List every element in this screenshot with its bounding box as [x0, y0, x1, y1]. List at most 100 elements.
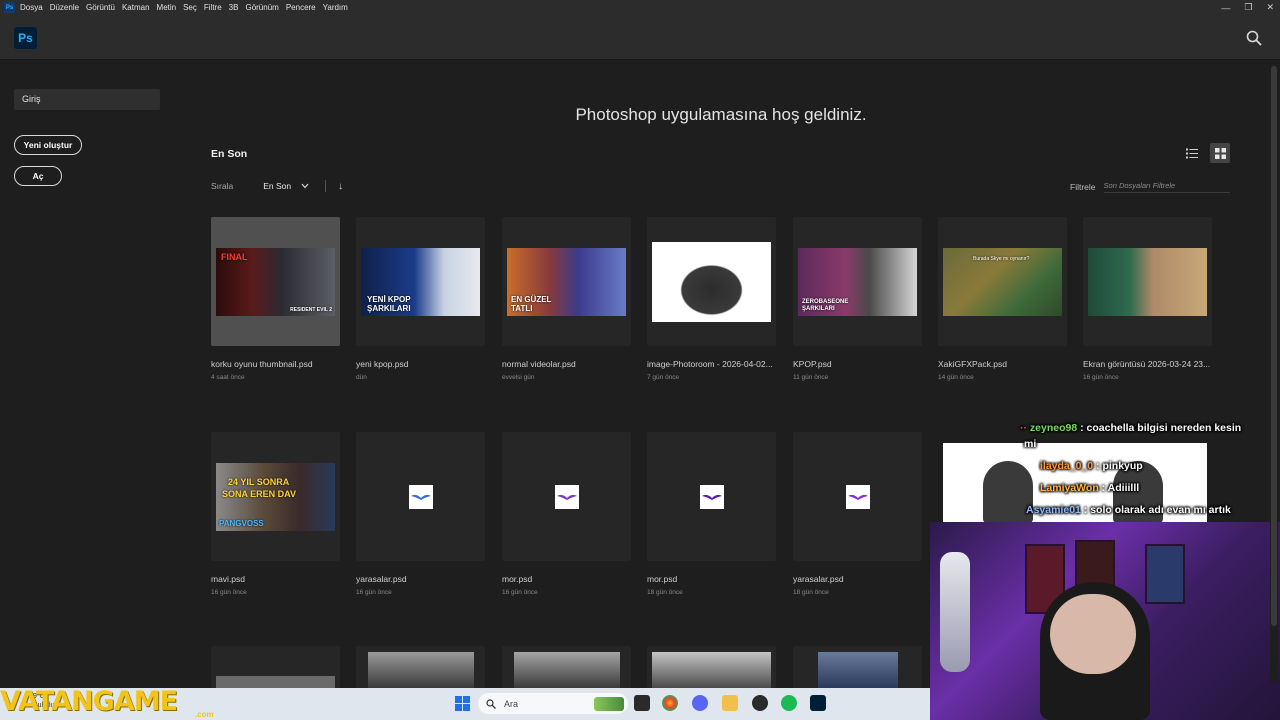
file-time: 18 gün önce — [793, 589, 829, 596]
scrollbar-thumb[interactable] — [1271, 66, 1277, 626]
file-name: yeni kpop.psd — [356, 359, 409, 369]
file-thumbnail[interactable]: YENİ KPOP ŞARKILARI — [356, 217, 485, 346]
file-thumbnail[interactable]: 24 YIL SONRA SONA EREN DAV PANGVOSS — [211, 432, 340, 561]
photoshop-logo[interactable]: Ps — [14, 27, 37, 49]
thumbnail-text: YENİ KPOP ŞARKILARI — [367, 294, 411, 313]
file-thumbnail[interactable]: FINAL RESIDENT EVIL 2 — [211, 217, 340, 346]
minimize-icon[interactable]: — — [1221, 3, 1230, 13]
sort-label: Sırala — [211, 181, 234, 191]
chrome-icon[interactable] — [662, 695, 678, 711]
file-explorer-icon[interactable] — [722, 695, 738, 711]
app-header: Ps — [0, 15, 1280, 60]
file-thumbnail[interactable] — [793, 432, 922, 561]
menu-3b[interactable]: 3B — [229, 3, 239, 12]
menu-dosya[interactable]: Dosya — [20, 3, 43, 12]
poster — [1145, 544, 1185, 604]
grid-view-button[interactable] — [1210, 143, 1230, 163]
thumbnail-text: PANGVOSS — [219, 518, 264, 528]
sort-value: En Son — [263, 181, 292, 191]
file-name: yarasalar.psd — [793, 574, 844, 584]
watermark-logo: VATANGAME — [0, 686, 178, 717]
search-highlight-icon — [594, 696, 624, 711]
file-thumbnail[interactable] — [1083, 217, 1212, 346]
spotify-icon[interactable] — [781, 695, 797, 711]
menu-gorunum[interactable]: Görünüm — [245, 3, 278, 12]
file-thumbnail[interactable]: ZEROBASEONE ŞARKILARI — [793, 217, 922, 346]
menu-filtre[interactable]: Filtre — [204, 3, 222, 12]
discord-icon[interactable] — [692, 695, 708, 711]
thumbnail-image: Burada Skye mı oynanır? — [943, 247, 1062, 316]
filter-area: Filtrele — [1070, 180, 1230, 193]
file-thumbnail[interactable] — [502, 646, 631, 688]
sort-dropdown[interactable]: En Son — [263, 181, 309, 191]
file-name: image-Photoroom - 2026-04-02... — [647, 359, 773, 369]
menu-metin[interactable]: Metin — [157, 3, 177, 12]
menu-duzenle[interactable]: Düzenle — [50, 3, 79, 12]
thumbnail-image — [513, 652, 620, 688]
restore-icon[interactable]: ❐ — [1244, 2, 1252, 13]
streamer-face — [1050, 594, 1136, 674]
close-icon[interactable]: ✕ — [1266, 2, 1274, 13]
window-controls: — ❐ ✕ — [1221, 0, 1274, 15]
new-file-button[interactable]: Yeni oluştur — [14, 135, 82, 155]
file-time: 16 gün önce — [1083, 374, 1119, 381]
list-view-button[interactable] — [1182, 143, 1202, 163]
thumbnail-text: RESIDENT EVIL 2 — [290, 306, 332, 313]
task-view-icon[interactable] — [634, 695, 650, 711]
file-thumbnail[interactable] — [356, 646, 485, 688]
chat-message: Asyamie01 : solo olarak adı evan mı artı… — [1026, 500, 1231, 521]
bat-logo-thumbnail — [845, 484, 870, 509]
section-title-recent: En Son — [211, 148, 248, 160]
view-toggle — [1182, 143, 1230, 163]
filter-label: Filtrele — [1070, 181, 1096, 192]
search-icon — [486, 698, 496, 709]
menu-pencere[interactable]: Pencere — [286, 3, 316, 12]
menu-bar: Ps Dosya Düzenle Görüntü Katman Metin Se… — [0, 0, 1280, 15]
thumbnail-text: 24 YIL SONRA — [228, 476, 290, 487]
file-thumbnail[interactable]: Burada Skye mı oynanır? — [938, 217, 1067, 346]
thumbnail-image: YENİ KPOP ŞARKILARI — [361, 247, 480, 316]
file-time: 16 gün önce — [502, 589, 538, 596]
file-thumbnail[interactable] — [647, 432, 776, 561]
file-thumbnail[interactable] — [647, 646, 776, 688]
menu-sec[interactable]: Seç — [183, 3, 197, 12]
obs-icon[interactable] — [752, 695, 768, 711]
file-thumbnail[interactable] — [647, 217, 776, 346]
file-time: 11 gün önce — [793, 374, 829, 381]
file-name: normal videolar.psd — [502, 359, 576, 369]
file-thumbnail[interactable] — [793, 646, 922, 688]
file-thumbnail[interactable]: EN GÜZEL TATLI — [502, 217, 631, 346]
file-thumbnail[interactable] — [211, 646, 340, 688]
sidebar-item-home[interactable]: Giriş — [14, 89, 160, 110]
sort-row: Sırala En Son ↓ — [211, 180, 343, 192]
chat-text: : pinkyup — [1093, 460, 1143, 472]
search-icon[interactable] — [1246, 30, 1262, 46]
menu-katman[interactable]: Katman — [122, 3, 150, 12]
sort-direction-icon[interactable]: ↓ — [338, 181, 343, 192]
list-view-icon — [1186, 148, 1198, 158]
file-time: dün — [356, 374, 367, 381]
bat-logo-thumbnail — [408, 484, 433, 509]
file-time: 16 gün önce — [356, 589, 392, 596]
thumbnail-image — [367, 652, 474, 688]
chat-username: ilayda_0_0 — [1040, 460, 1094, 472]
thumbnail-image: 24 YIL SONRA SONA EREN DAV PANGVOSS — [216, 462, 335, 531]
file-name: mor.psd — [647, 574, 678, 584]
file-time: 18 gün önce — [647, 589, 683, 596]
filter-input[interactable] — [1103, 180, 1230, 193]
menu-goruntu[interactable]: Görüntü — [86, 3, 115, 12]
scrollbar[interactable] — [1270, 62, 1278, 682]
chat-username: Asyamie01 — [1026, 504, 1081, 516]
open-file-button[interactable]: Aç — [14, 166, 62, 186]
thumbnail-image — [652, 652, 771, 688]
ps-app-icon: Ps — [4, 2, 15, 13]
thumbnail-text: ZEROBASEONE ŞARKILARI — [802, 298, 849, 312]
menu-yardim[interactable]: Yardım — [323, 3, 348, 12]
windows-start-icon[interactable] — [455, 696, 470, 711]
taskbar-search-label: Ara — [504, 698, 519, 709]
file-thumbnail[interactable] — [502, 432, 631, 561]
taskbar-search[interactable]: Ara — [478, 693, 628, 714]
file-thumbnail[interactable] — [356, 432, 485, 561]
photoshop-taskbar-icon[interactable] — [810, 695, 826, 711]
file-name: Ekran görüntüsü 2026-03-24 23... — [1083, 359, 1211, 369]
